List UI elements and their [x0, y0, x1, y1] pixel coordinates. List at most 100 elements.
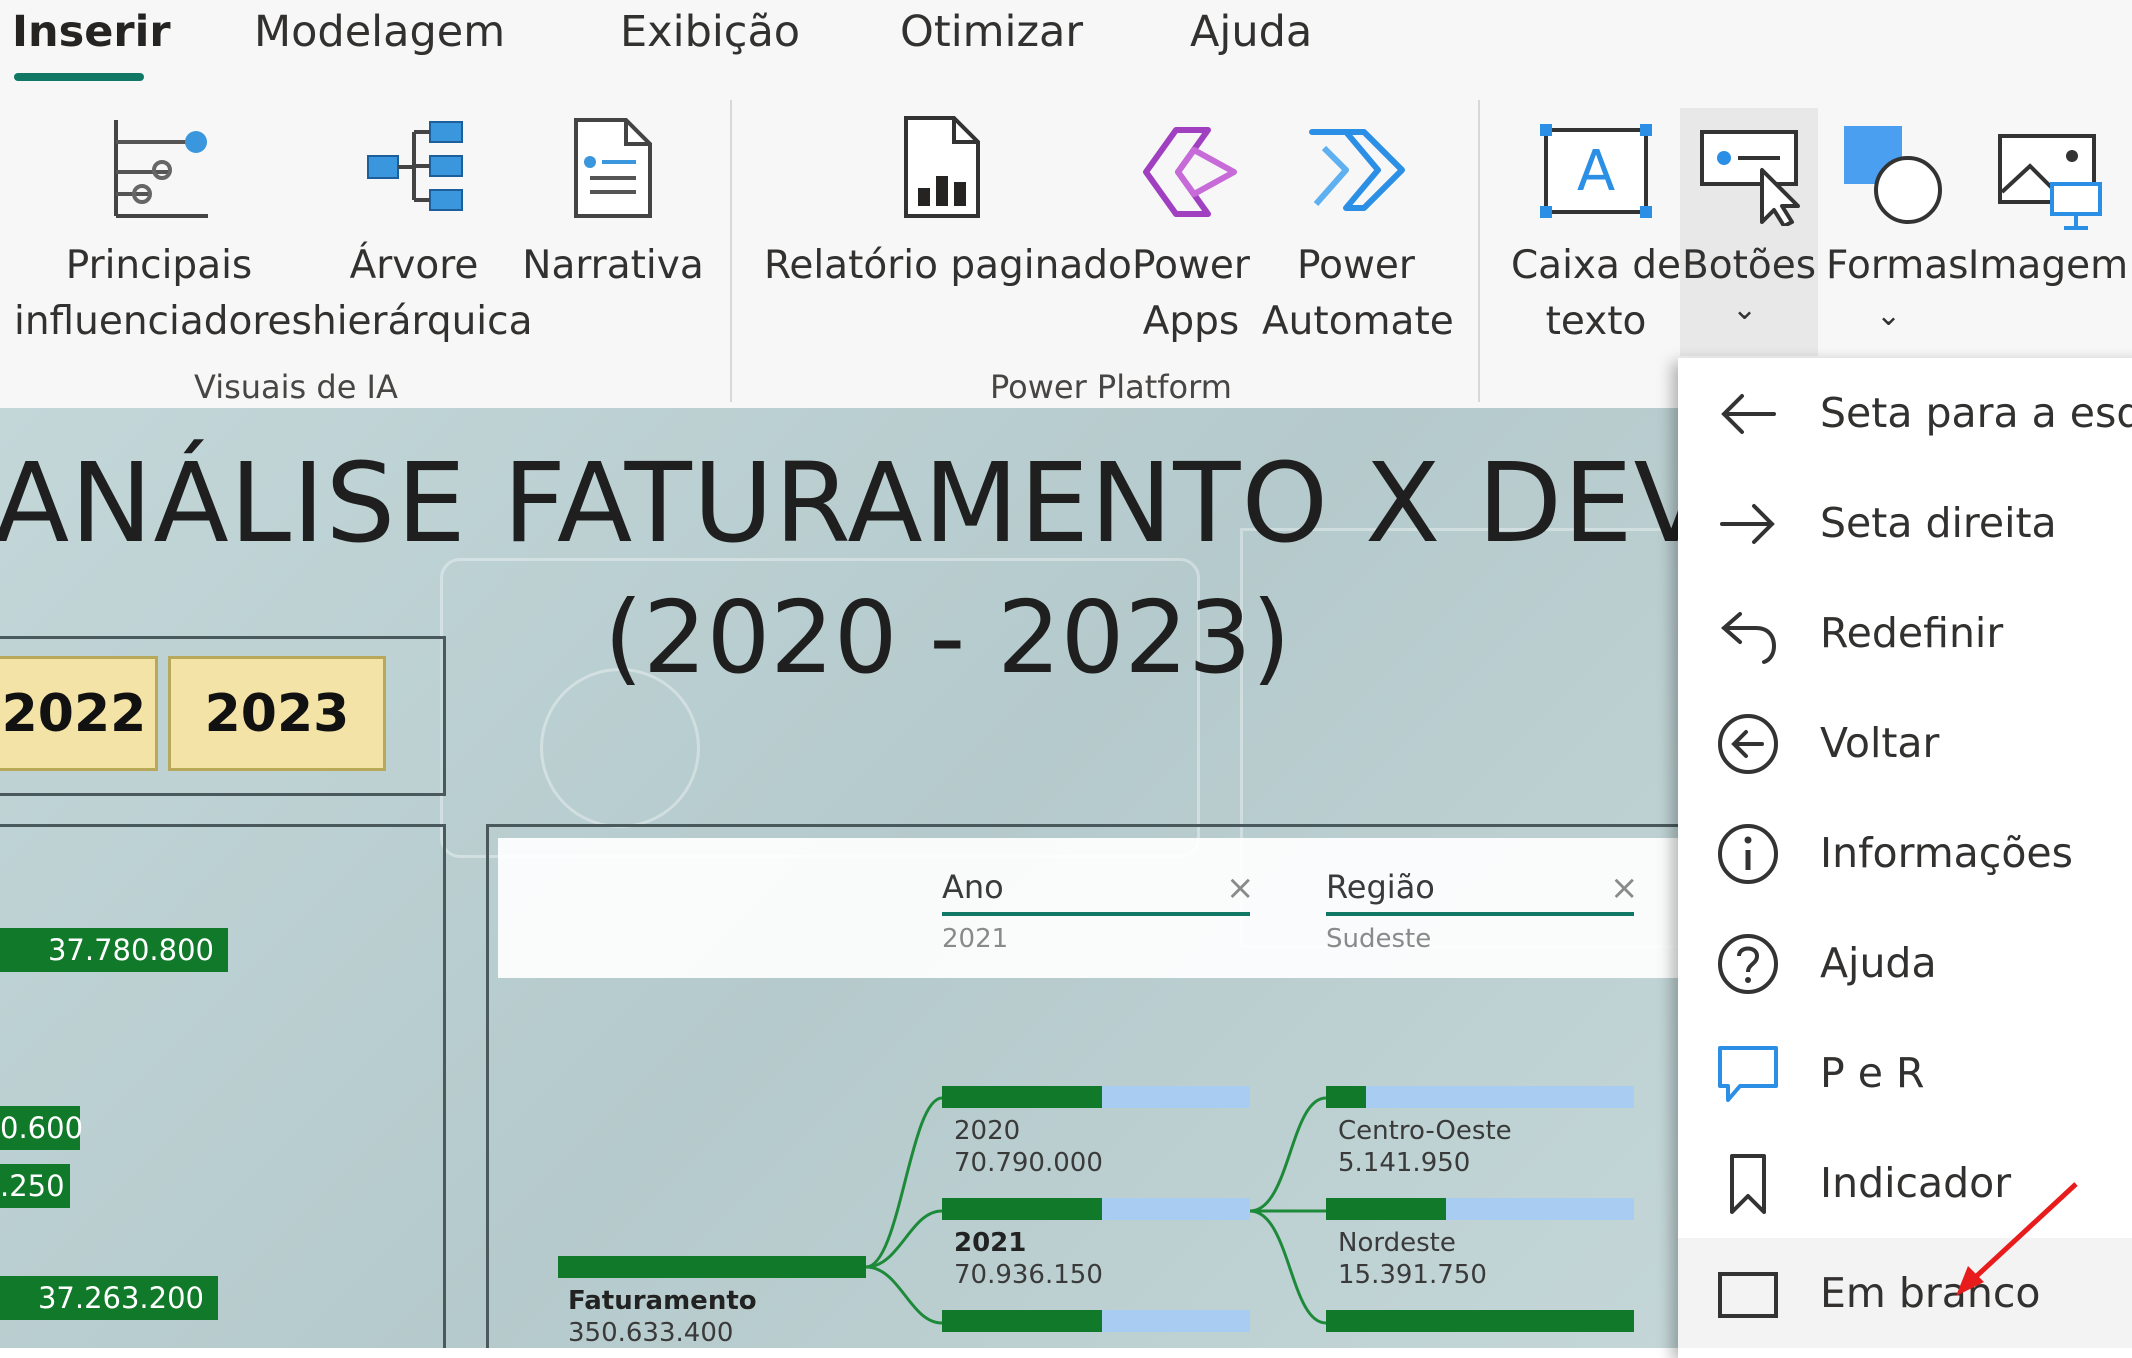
menu-item-label: Voltar [1820, 719, 1940, 767]
year-node-fill [942, 1198, 1103, 1220]
buttons-label: Botões [1681, 243, 1817, 288]
ribbon: Inserir Modelagem Exibição Otimizar Ajud… [0, 0, 2132, 408]
region-node-fill [1326, 1086, 1367, 1108]
tab-modelagem[interactable]: Modelagem [254, 4, 505, 60]
paginated-report-icon [904, 116, 980, 218]
text-box-icon: A [1540, 124, 1652, 218]
menu-item-qa[interactable]: P e R [1678, 1018, 2132, 1128]
image-button[interactable]: Imagem [1964, 112, 2132, 352]
menu-item-label: Seta direita [1820, 499, 2057, 547]
decomposition-tree-label-1: Árvore [349, 243, 479, 288]
region-node-label: Nordeste [1338, 1228, 1456, 1258]
info-icon [1718, 824, 1778, 884]
menu-item-arrow-left[interactable]: Seta para a esque [1678, 358, 2132, 468]
power-apps-button[interactable]: Power Apps [1126, 112, 1256, 352]
menu-item-arrow-right[interactable]: Seta direita [1678, 468, 2132, 578]
menu-item-bookmark[interactable]: Indicador [1678, 1128, 2132, 1238]
text-box-label-2: texto [1545, 299, 1647, 344]
help-icon [1718, 934, 1778, 994]
year-node-bar[interactable] [942, 1086, 1250, 1108]
year-node-value: 70.936.150 [954, 1260, 1103, 1290]
chevron-down-icon: ⌄ [1876, 298, 1902, 333]
tab-inserir[interactable]: Inserir [12, 4, 171, 60]
menu-item-reset[interactable]: Redefinir [1678, 578, 2132, 688]
menu-item-label: Indicador [1820, 1159, 2012, 1207]
arrow-left-icon [1721, 394, 1776, 434]
narrative-label: Narrativa [522, 243, 704, 288]
decomposition-tree-icon [367, 121, 463, 211]
menu-item-info[interactable]: Informações [1678, 798, 2132, 908]
key-influencers-label-2: influenciadores [14, 299, 312, 344]
text-box-button[interactable]: A Caixa de texto [1508, 112, 1684, 352]
menu-item-blank[interactable]: Em branco [1678, 1238, 2132, 1348]
power-apps-label-2: Apps [1142, 299, 1240, 344]
tab-ajuda[interactable]: Ajuda [1190, 4, 1312, 60]
bookmark-icon [1730, 1154, 1766, 1214]
menu-item-label: Em branco [1820, 1269, 2041, 1317]
buttons-dropdown-button[interactable]: Botões ⌄ [1680, 108, 1818, 356]
menu-item-back-circle[interactable]: Voltar [1678, 688, 2132, 798]
back-circle-icon [1718, 714, 1778, 774]
image-label: Imagem [1967, 243, 2129, 288]
year-node-label: 2020 [954, 1116, 1021, 1146]
shapes-button[interactable]: Formas ⌄ [1826, 112, 1969, 352]
power-automate-label-2: Automate [1262, 299, 1454, 344]
qa-icon [1718, 1046, 1778, 1102]
year-node-value: 70.790.000 [954, 1148, 1103, 1178]
active-tab-indicator [14, 73, 144, 81]
region-node-value: 15.391.750 [1338, 1260, 1487, 1290]
power-automate-icon [1309, 129, 1405, 211]
tab-exibicao[interactable]: Exibição [620, 4, 800, 60]
paginated-report-label: Relatório paginado [764, 243, 1132, 288]
region-node-value: 5.141.950 [1338, 1148, 1471, 1178]
year-node-fill [942, 1310, 1103, 1332]
menu-item-label: Seta para a esque [1820, 389, 2132, 437]
key-influencers-icon [114, 120, 208, 218]
buttons-icon [1700, 130, 1800, 226]
arrow-right-icon [1720, 504, 1775, 544]
ribbon-separator [730, 100, 732, 402]
key-influencers-button[interactable]: Principais influenciadores [14, 112, 312, 352]
narrative-icon [574, 118, 652, 218]
image-icon [1998, 134, 2102, 230]
region-node-bar[interactable] [1326, 1310, 1634, 1332]
region-node-fill [1326, 1310, 1634, 1332]
shapes-icon [1844, 126, 1942, 224]
root-node-label: Faturamento [568, 1286, 757, 1316]
ribbon-separator [1478, 100, 1480, 402]
key-influencers-label-1: Principais [65, 243, 253, 288]
group-label-ai: Visuais de IA [194, 368, 398, 406]
svg-text:A: A [1577, 139, 1615, 204]
power-automate-button[interactable]: Power Automate [1262, 112, 1454, 352]
text-box-label-1: Caixa de [1510, 243, 1682, 288]
power-apps-label-1: Power [1132, 243, 1250, 288]
root-node-value: 350.633.400 [568, 1318, 734, 1348]
year-node-bar[interactable] [942, 1310, 1250, 1332]
region-node-label: Centro-Oeste [1338, 1116, 1512, 1146]
root-node-bar[interactable] [558, 1256, 866, 1278]
chevron-down-icon: ⌄ [1732, 292, 1758, 327]
narrative-button[interactable]: Narrativa [520, 112, 706, 352]
year-node-fill [942, 1086, 1103, 1108]
paginated-report-button[interactable]: Relatório paginado [764, 112, 1132, 352]
region-node-fill [1326, 1198, 1447, 1220]
menu-item-label: Ajuda [1820, 939, 1937, 987]
group-label-power-platform: Power Platform [990, 368, 1232, 406]
menu-item-help[interactable]: Ajuda [1678, 908, 2132, 1018]
power-apps-icon [1143, 127, 1237, 217]
reset-icon [1720, 612, 1777, 664]
buttons-dropdown-menu: Seta para a esque Seta direita Redefinir Vo… [1678, 358, 2132, 1358]
year-node-label: 2021 [954, 1228, 1027, 1258]
menu-item-label: P e R [1820, 1049, 1925, 1097]
tab-otimizar[interactable]: Otimizar [900, 4, 1083, 60]
blank-icon [1718, 1272, 1778, 1318]
region-node-bar[interactable] [1326, 1086, 1634, 1108]
region-node-bar[interactable] [1326, 1198, 1634, 1220]
shapes-label: Formas [1826, 243, 1969, 288]
menu-item-label: Redefinir [1820, 609, 2004, 657]
year-node-bar[interactable] [942, 1198, 1250, 1220]
power-automate-label-1: Power [1297, 243, 1415, 288]
decomposition-tree-button[interactable]: Árvore hierárquica [312, 112, 532, 352]
decomposition-tree-label-2: hierárquica [312, 299, 533, 344]
menu-item-label: Informações [1820, 829, 2074, 877]
